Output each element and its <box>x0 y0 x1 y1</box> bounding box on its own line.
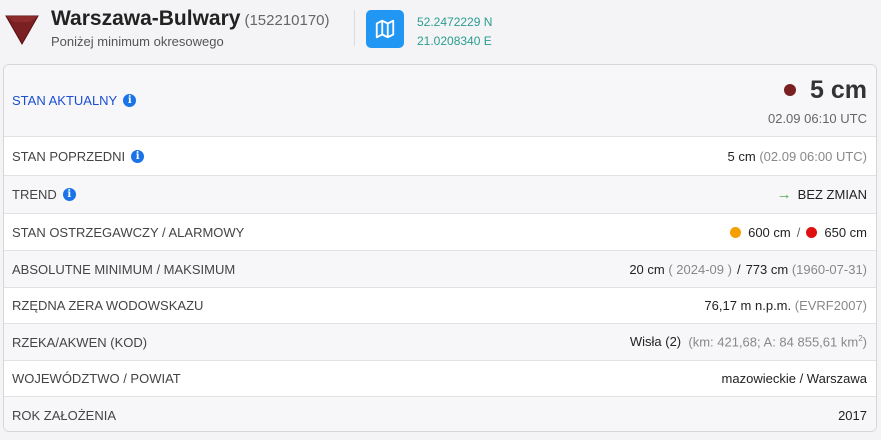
river-details: (km: 421,68; A: 84 855,61 km2) <box>688 334 867 349</box>
triangle-down-icon <box>5 15 39 46</box>
minmax-values: 20 cm ( 2024-09 ) / 773 cm (1960-07-31) <box>629 262 867 277</box>
river-details-end: ) <box>862 334 867 350</box>
alarm-dot <box>806 226 818 238</box>
trend-label: TREND <box>12 187 57 202</box>
previous-value: 5 cm (02.09 06:00 UTC) <box>728 149 867 164</box>
current-value-block: 5 cm 02.09 06:10 UTC <box>768 76 867 126</box>
trend-value-text: BEZ ZMIAN <box>797 187 867 202</box>
station-subtitle: Poniżej minimum okresowego <box>51 34 224 49</box>
arrow-right-icon: → <box>776 186 792 203</box>
map-icon <box>375 19 395 39</box>
row-region: WOJEWÓDZTWO / POWIAT mazowieckie / Warsz… <box>4 360 876 396</box>
founded-value: 2017 <box>838 407 867 423</box>
warning-label: STAN OSTRZEGAWCZY / ALARMOWY <box>12 224 245 240</box>
row-minmax: ABSOLUTNE MINIMUM / MAKSIMUM 20 cm ( 202… <box>4 250 876 287</box>
row-previous: STAN POPRZEDNI i 5 cm (02.09 06:00 UTC) <box>4 136 876 175</box>
trend-value: → BEZ ZMIAN <box>777 186 867 203</box>
trend-label-group: TREND i <box>12 187 76 202</box>
station-code: (152210170) <box>244 12 330 29</box>
station-header: Warszawa-Bulwary (152210170) Poniżej mini… <box>0 0 881 62</box>
warning-alarm-values: 600 cm / 650 cm <box>730 225 867 240</box>
row-warning-alarm: STAN OSTRZEGAWCZY / ALARMOWY 600 cm / 65… <box>4 213 876 250</box>
info-icon[interactable]: i <box>131 149 145 163</box>
coordinates: 52.2472229 N 21.0208340 E <box>417 13 492 51</box>
warning-value: 600 cm <box>748 224 791 240</box>
station-info-table: STAN AKTUALNY i 5 cm 02.09 06:10 UTC STA… <box>3 64 877 432</box>
previous-label-group: STAN POPRZEDNI i <box>12 148 145 164</box>
min-date: ( 2024-09 ) <box>668 261 732 277</box>
minmax-separator: / <box>736 261 741 277</box>
info-icon[interactable]: i <box>123 94 137 107</box>
zero-value: 76,17 m n.p.m. <box>704 298 792 313</box>
alarm-value: 650 cm <box>824 224 867 240</box>
previous-label: STAN POPRZEDNI <box>12 148 126 164</box>
station-name: Warszawa-Bulwary <box>51 7 241 30</box>
row-river: RZEKA/AKWEN (KOD) Wisła (2) (km: 421,68;… <box>4 323 876 360</box>
min-value: 20 cm <box>629 261 665 277</box>
current-datetime: 02.09 06:10 UTC <box>767 110 867 126</box>
region-value: mazowieckie / Warszawa <box>721 371 867 386</box>
river-details-text: (km: 421,68; A: 84 855,61 km <box>688 334 859 350</box>
zero-datum: (EVRF2007) <box>794 298 867 313</box>
river-values: Wisła (2) (km: 421,68; A: 84 855,61 km2) <box>630 334 867 349</box>
header-divider <box>354 10 355 46</box>
station-title: Warszawa-Bulwary (152210170) <box>51 7 330 31</box>
current-status-dot <box>784 84 797 96</box>
region-label: WOJEWÓDZTWO / POWIAT <box>12 371 181 386</box>
minmax-label: ABSOLUTNE MINIMUM / MAKSIMUM <box>12 261 236 277</box>
row-current: STAN AKTUALNY i 5 cm 02.09 06:10 UTC <box>4 65 876 136</box>
map-button[interactable] <box>366 10 404 48</box>
previous-value-text: 5 cm <box>727 148 756 164</box>
previous-time: (02.09 06:00 UTC) <box>759 148 867 164</box>
current-label-group: STAN AKTUALNY i <box>12 93 137 108</box>
current-value-text: 5 cm <box>810 75 867 104</box>
river-value: Wisła (2) <box>629 334 682 350</box>
latitude: 52.2472229 N <box>417 15 493 29</box>
max-value: 773 cm <box>745 261 789 277</box>
warning-dot <box>730 226 742 238</box>
founded-label: ROK ZAŁOŻENIA <box>12 407 117 423</box>
row-zero-level: RZĘDNA ZERA WODOWSKAZU 76,17 m n.p.m. (E… <box>4 287 876 323</box>
max-date: (1960-07-31) <box>791 261 867 277</box>
current-label: STAN AKTUALNY <box>12 93 118 108</box>
river-label: RZEKA/AKWEN (KOD) <box>12 334 148 350</box>
row-founded: ROK ZAŁOŻENIA 2017 <box>4 396 876 431</box>
zero-values: 76,17 m n.p.m. (EVRF2007) <box>704 298 867 313</box>
warning-separator: / <box>796 224 801 240</box>
row-trend: TREND i → BEZ ZMIAN <box>4 175 876 213</box>
current-value: 5 cm <box>768 76 867 105</box>
info-icon[interactable]: i <box>62 188 76 201</box>
longitude: 21.0208340 E <box>417 34 492 48</box>
zero-label: RZĘDNA ZERA WODOWSKAZU <box>12 298 204 313</box>
